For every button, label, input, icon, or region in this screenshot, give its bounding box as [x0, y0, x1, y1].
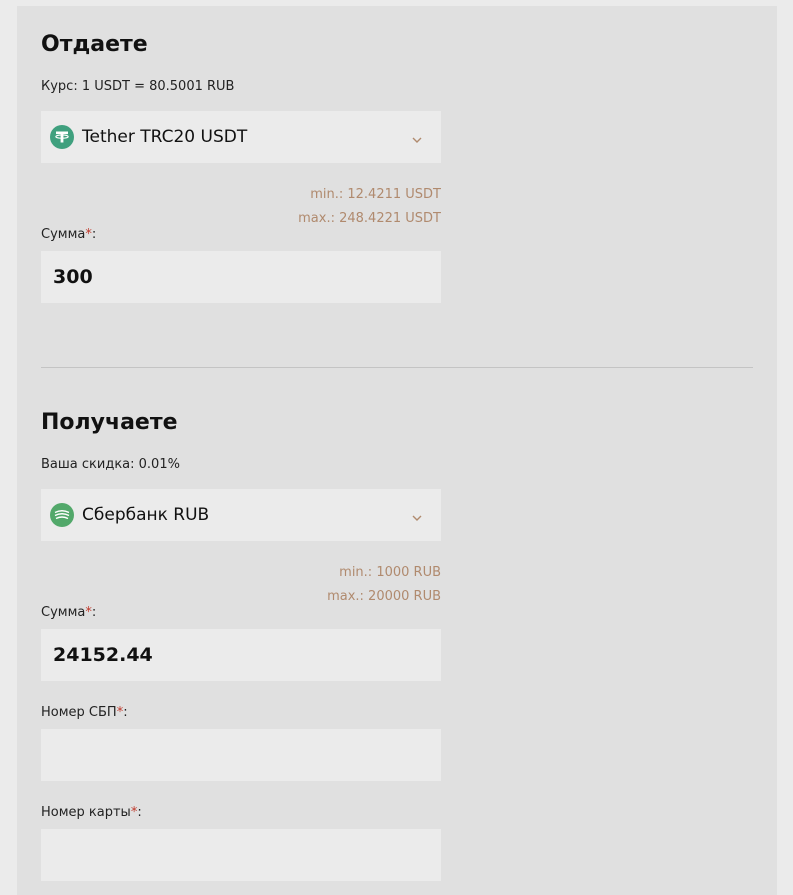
give-section-title: Отдаете: [41, 32, 148, 57]
chevron-down-icon: [411, 131, 423, 143]
give-currency-select[interactable]: Tether TRC20 USDT: [41, 111, 441, 163]
give-max-limit: max.: 248.4221 USDT: [298, 211, 441, 226]
exchange-form-panel: Отдаете Курс: 1 USDT = 80.5001 RUB Tethe…: [17, 6, 777, 895]
chevron-down-icon: [411, 509, 423, 521]
give-amount-label: Сумма*:: [41, 227, 97, 242]
sbp-number-input[interactable]: [41, 729, 441, 781]
get-currency-select[interactable]: Сбербанк RUB: [41, 489, 441, 541]
get-min-limit: min.: 1000 RUB: [339, 565, 441, 580]
give-min-limit: min.: 12.4211 USDT: [310, 187, 441, 202]
card-number-input[interactable]: [41, 829, 441, 881]
get-currency-label: Сбербанк RUB: [82, 505, 210, 525]
give-currency-label: Tether TRC20 USDT: [82, 127, 248, 147]
sbp-number-label: Номер СБП*:: [41, 705, 128, 720]
tether-icon: [50, 125, 74, 149]
get-section-title: Получаете: [41, 410, 178, 435]
card-number-label: Номер карты*:: [41, 805, 142, 820]
get-amount-input[interactable]: [41, 629, 441, 681]
discount-text: Ваша скидка: 0.01%: [41, 457, 180, 472]
section-divider: [41, 367, 753, 368]
get-max-limit: max.: 20000 RUB: [327, 589, 441, 604]
get-amount-label: Сумма*:: [41, 605, 97, 620]
sberbank-icon: [50, 503, 74, 527]
exchange-rate-text: Курс: 1 USDT = 80.5001 RUB: [41, 79, 235, 94]
give-amount-input[interactable]: [41, 251, 441, 303]
